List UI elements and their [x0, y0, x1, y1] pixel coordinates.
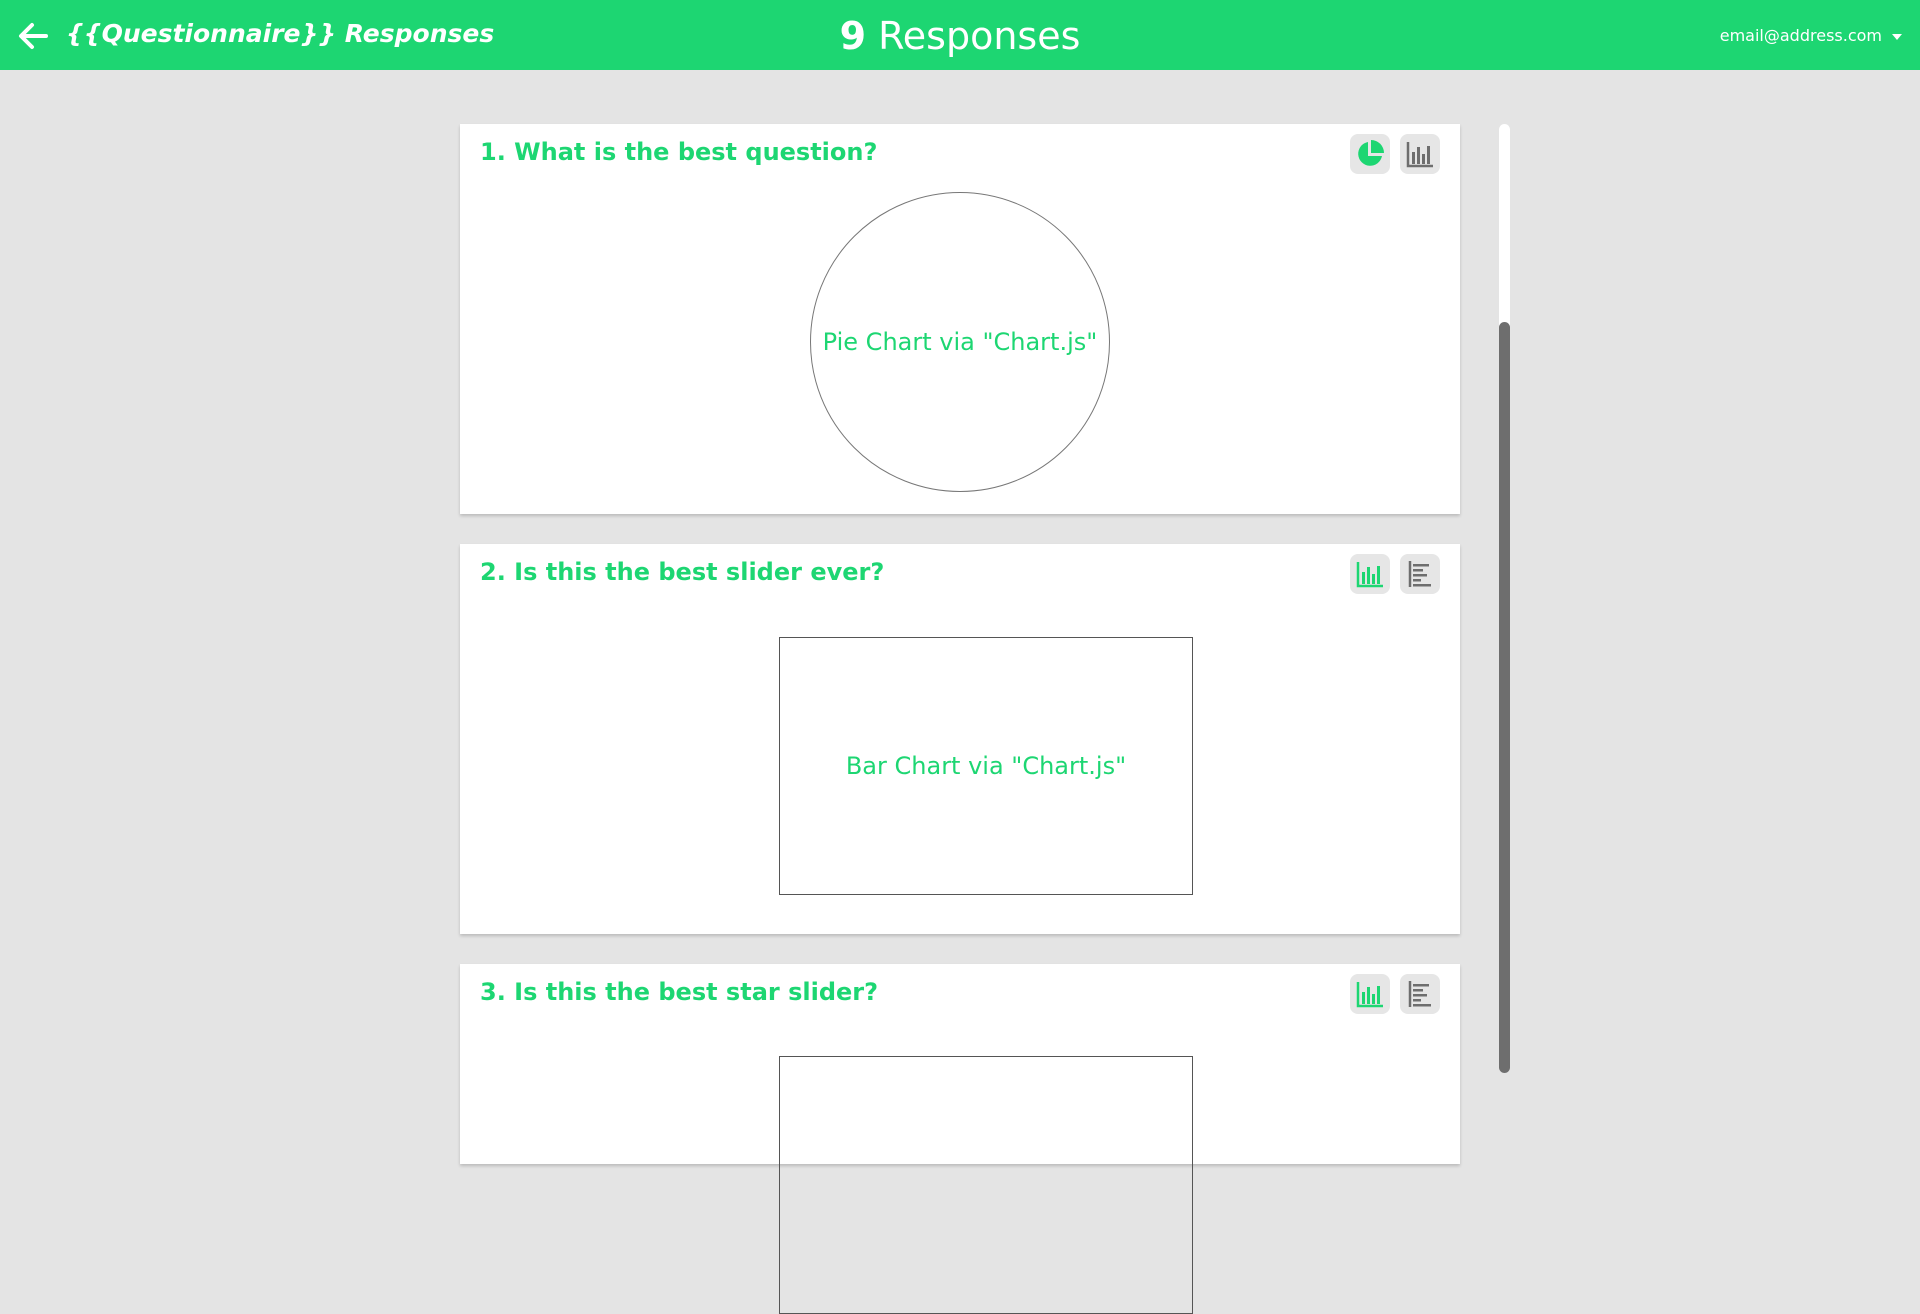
account-menu[interactable]: email@address.com	[1720, 26, 1902, 45]
question-title: 2. Is this the best slider ever?	[480, 558, 885, 586]
question-card: 2. Is this the best slider ever? Bar Cha…	[460, 544, 1460, 934]
chevron-down-icon	[1892, 33, 1902, 40]
response-count-number: 9	[839, 14, 867, 58]
horizontal-bar-chart-view-button[interactable]	[1400, 554, 1440, 594]
user-email: email@address.com	[1719, 26, 1882, 45]
pie-chart-icon	[1358, 140, 1384, 166]
pie-chart-view-button[interactable]	[1350, 134, 1390, 174]
question-title: 3. Is this the best star slider?	[480, 978, 879, 1006]
chart-placeholder-label: Pie Chart via "Chart.js"	[822, 328, 1098, 356]
bar-chart-view-button[interactable]	[1400, 134, 1440, 174]
question-card: 1. What is the best question? Pie Chart …	[460, 124, 1460, 514]
scrollbar-track[interactable]	[1499, 124, 1510, 1073]
bar-chart-icon	[1356, 562, 1383, 588]
pie-chart-placeholder: Pie Chart via "Chart.js"	[810, 192, 1110, 492]
question-card: 3. Is this the best star slider?	[460, 964, 1460, 1314]
horizontal-bar-chart-icon	[1408, 981, 1431, 1007]
top-bar: {{Questionnaire}} Responses 9 Responses …	[0, 0, 1920, 70]
scrollbar-thumb[interactable]	[1499, 322, 1510, 1073]
bar-chart-icon	[1356, 982, 1383, 1008]
bar-chart-icon	[1406, 142, 1433, 168]
response-count-label: Responses	[878, 14, 1081, 58]
bar-chart-placeholder: Bar Chart via "Chart.js"	[779, 637, 1193, 895]
question-title: 1. What is the best question?	[480, 138, 878, 166]
response-count: 9 Responses	[0, 14, 1920, 58]
bar-chart-view-button[interactable]	[1350, 974, 1390, 1014]
chart-placeholder-label: Bar Chart via "Chart.js"	[845, 752, 1127, 780]
horizontal-bar-chart-icon	[1408, 561, 1431, 587]
bar-chart-view-button[interactable]	[1350, 554, 1390, 594]
horizontal-bar-chart-view-button[interactable]	[1400, 974, 1440, 1014]
bar-chart-placeholder	[779, 1056, 1193, 1314]
